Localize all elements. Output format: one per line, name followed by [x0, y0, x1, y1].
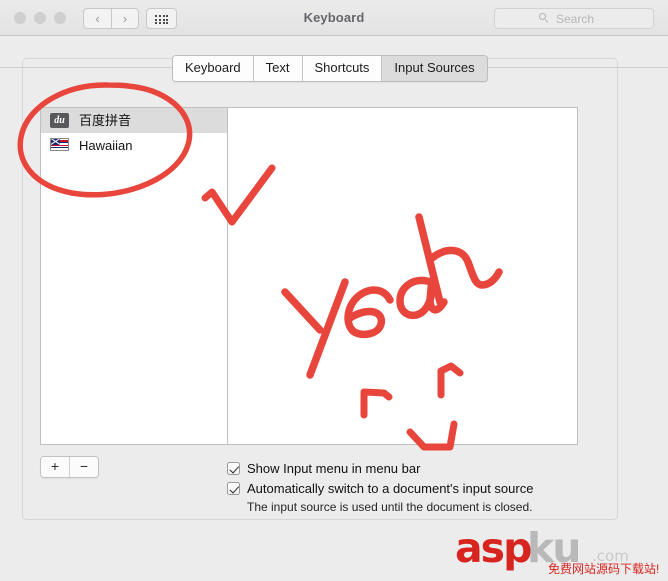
tab-keyboard[interactable]: Keyboard	[173, 56, 254, 81]
list-item[interactable]: du 百度拼音	[41, 108, 227, 133]
keyboard-preferences-window: ‹ › Keyboard Search Keyboard Text Shortc…	[0, 0, 668, 581]
tab-bar: Keyboard Text Shortcuts Input Sources	[0, 55, 668, 82]
site-watermark: asp ku .com 免费网站源码下载站!	[455, 524, 659, 577]
baidu-pinyin-icon: du	[50, 112, 70, 129]
search-input[interactable]: Search	[494, 8, 654, 29]
list-controls: + −	[40, 456, 99, 478]
tab-input-sources[interactable]: Input Sources	[382, 56, 487, 81]
show-input-menu-label: Show Input menu in menu bar	[247, 461, 421, 476]
tab-text[interactable]: Text	[253, 56, 303, 81]
add-input-source-button[interactable]: +	[41, 457, 70, 477]
auto-switch-checkbox[interactable]	[227, 482, 240, 495]
keyboard-preview-area	[228, 107, 578, 445]
watermark-tagline: 免费网站源码下载站!	[548, 562, 660, 576]
tab-group: Keyboard Text Shortcuts Input Sources	[172, 55, 488, 82]
list-item[interactable]: Hawaiian	[41, 133, 227, 158]
window-titlebar: ‹ › Keyboard Search	[0, 0, 668, 36]
list-item-label: 百度拼音	[79, 113, 132, 128]
auto-switch-option[interactable]: Automatically switch to a document's inp…	[227, 481, 533, 496]
input-sources-list[interactable]: du 百度拼音 Hawaiian	[40, 107, 228, 445]
watermark-brand-red: asp	[455, 524, 532, 572]
search-placeholder: Search	[556, 12, 595, 26]
remove-input-source-button[interactable]: −	[70, 457, 98, 477]
list-item-label: Hawaiian	[79, 138, 133, 153]
auto-switch-label: Automatically switch to a document's inp…	[247, 481, 534, 496]
hawaiian-flag-icon	[50, 137, 70, 154]
search-icon	[539, 13, 550, 24]
show-input-menu-checkbox[interactable]	[227, 462, 240, 475]
auto-switch-help-text: The input source is used until the docum…	[247, 500, 533, 514]
tab-shortcuts[interactable]: Shortcuts	[302, 56, 383, 81]
show-input-menu-option[interactable]: Show Input menu in menu bar	[227, 461, 420, 476]
